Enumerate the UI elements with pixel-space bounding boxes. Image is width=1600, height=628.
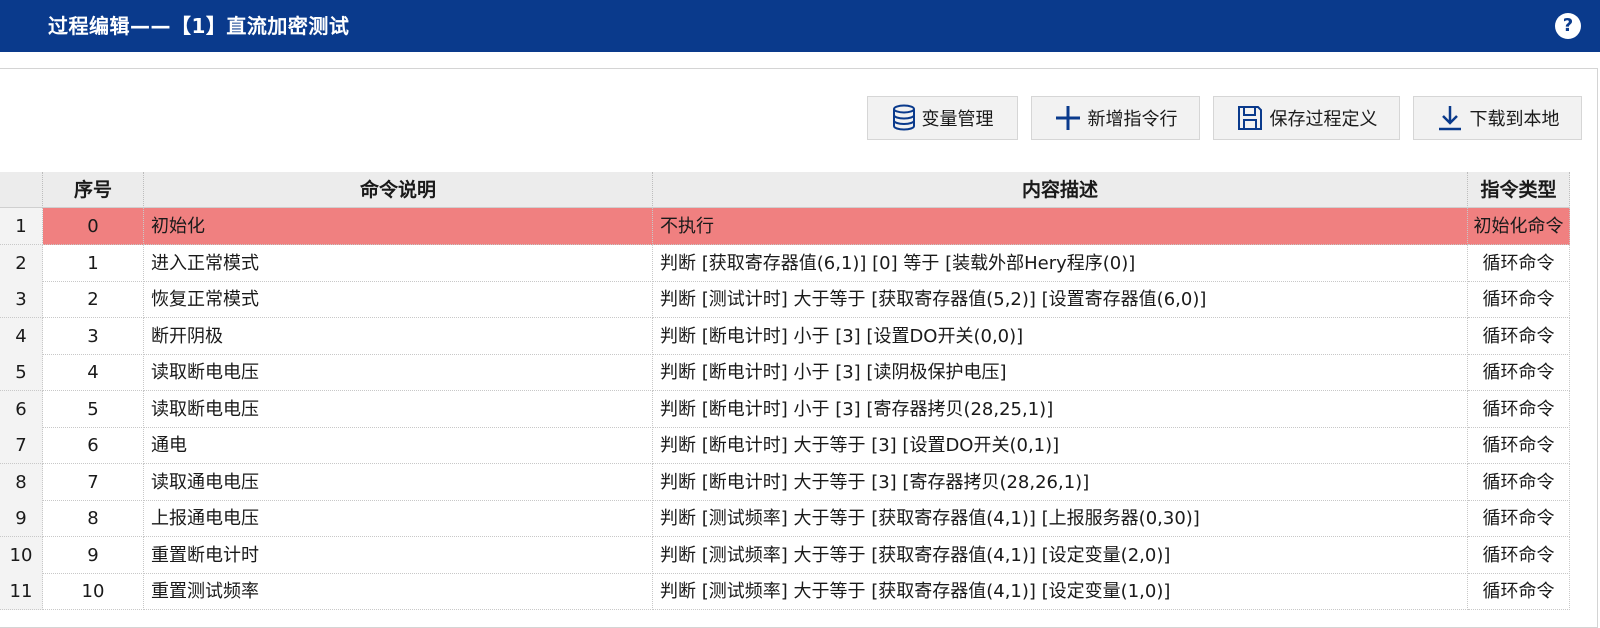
table-row[interactable]: 8 7 读取通电电压 判断 [断电计时] 大于等于 [3] [寄存器拷贝(28,26,… — [0, 463, 1570, 501]
window-title: 过程编辑——【1】直流加密测试 — [48, 14, 350, 38]
content-description-cell[interactable]: 不执行 — [653, 208, 1468, 245]
table-row[interactable]: 7 6 通电 判断 [断电计时] 大于等于 [3] [设置DO开关(0,1)] 循环命令 — [0, 427, 1570, 464]
sequence-cell[interactable]: 4 — [43, 354, 144, 391]
table-row[interactable]: 6 5 读取断电电压 判断 [断电计时] 小于 [3] [寄存器拷贝(28,25,1)… — [0, 390, 1570, 428]
row-number-cell[interactable]: 8 — [0, 463, 43, 501]
row-number-cell[interactable]: 3 — [0, 281, 43, 318]
table-row[interactable]: 5 4 读取断电电压 判断 [断电计时] 小于 [3] [读阴极保护电压] 循环命令 — [0, 354, 1570, 391]
column-header-command-description[interactable]: 命令说明 — [144, 172, 653, 208]
content-description-cell[interactable]: 判断 [测试频率] 大于等于 [获取寄存器值(4,1)] [上报服务器(0,30… — [653, 500, 1468, 537]
table-row[interactable]: 11 10 重置测试频率 判断 [测试频率] 大于等于 [获取寄存器值(4,1)] [… — [0, 573, 1570, 610]
title-bar: 过程编辑——【1】直流加密测试 ? — [0, 0, 1600, 52]
command-description-cell[interactable]: 重置测试频率 — [144, 573, 653, 610]
sequence-cell[interactable]: 3 — [43, 317, 144, 355]
content-description-cell[interactable]: 判断 [断电计时] 小于 [3] [读阴极保护电压] — [653, 354, 1468, 391]
row-number-cell[interactable]: 5 — [0, 354, 43, 391]
content-description-cell[interactable]: 判断 [测试频率] 大于等于 [获取寄存器值(4,1)] [设定变量(1,0)] — [653, 573, 1468, 610]
plus-icon — [1055, 106, 1080, 130]
variable-management-button[interactable]: 变量管理 — [867, 96, 1018, 140]
content-description-cell[interactable]: 判断 [断电计时] 小于 [3] [设置DO开关(0,0)] — [653, 317, 1468, 355]
save-process-definition-button[interactable]: 保存过程定义 — [1213, 96, 1400, 140]
column-header-row-number — [0, 172, 43, 208]
table-row[interactable]: 2 1 进入正常模式 判断 [获取寄存器值(6,1)] [0] 等于 [装载外部Her… — [0, 244, 1570, 282]
command-type-cell[interactable]: 循环命令 — [1468, 354, 1570, 391]
command-type-cell[interactable]: 循环命令 — [1468, 390, 1570, 428]
table-row[interactable]: 10 9 重置断电计时 判断 [测试频率] 大于等于 [获取寄存器值(4,1)] [设… — [0, 536, 1570, 574]
sequence-cell[interactable]: 6 — [43, 427, 144, 464]
content-description-cell[interactable]: 判断 [断电计时] 大于等于 [3] [寄存器拷贝(28,26,1)] — [653, 463, 1468, 501]
command-description-cell[interactable]: 初始化 — [144, 208, 653, 245]
command-description-cell[interactable]: 读取通电电压 — [144, 463, 653, 501]
column-header-command-type[interactable]: 指令类型 — [1468, 172, 1570, 208]
add-command-row-label: 新增指令行 — [1087, 109, 1178, 130]
command-description-cell[interactable]: 上报通电电压 — [144, 500, 653, 537]
download-icon — [1438, 106, 1461, 131]
table-row[interactable]: 1 0 初始化 不执行 初始化命令 — [0, 208, 1570, 245]
table-row[interactable]: 3 2 恢复正常模式 判断 [测试计时] 大于等于 [获取寄存器值(5,2)] [设置… — [0, 281, 1570, 318]
row-number-cell[interactable]: 11 — [0, 573, 43, 610]
variable-management-label: 变量管理 — [921, 109, 994, 130]
download-local-button[interactable]: 下载到本地 — [1413, 96, 1582, 140]
sequence-cell[interactable]: 10 — [43, 573, 144, 610]
content-description-cell[interactable]: 判断 [测试频率] 大于等于 [获取寄存器值(4,1)] [设定变量(2,0)] — [653, 536, 1468, 574]
sequence-cell[interactable]: 2 — [43, 281, 144, 318]
table-row[interactable]: 9 8 上报通电电压 判断 [测试频率] 大于等于 [获取寄存器值(4,1)] [上报… — [0, 500, 1570, 537]
command-type-cell[interactable]: 循环命令 — [1468, 536, 1570, 574]
command-description-cell[interactable]: 通电 — [144, 427, 653, 464]
content-description-cell[interactable]: 判断 [测试计时] 大于等于 [获取寄存器值(5,2)] [设置寄存器值(6,0… — [653, 281, 1468, 318]
command-description-cell[interactable]: 读取断电电压 — [144, 390, 653, 428]
download-local-label: 下载到本地 — [1469, 109, 1560, 130]
table-row[interactable]: 4 3 断开阴极 判断 [断电计时] 小于 [3] [设置DO开关(0,0)] 循环命令 — [0, 317, 1570, 355]
command-description-cell[interactable]: 进入正常模式 — [144, 244, 653, 282]
save-process-definition-label: 保存过程定义 — [1269, 109, 1378, 130]
sequence-cell[interactable]: 9 — [43, 536, 144, 574]
command-type-cell[interactable]: 循环命令 — [1468, 244, 1570, 282]
command-description-cell[interactable]: 断开阴极 — [144, 317, 653, 355]
sequence-cell[interactable]: 0 — [43, 208, 144, 245]
command-type-cell[interactable]: 循环命令 — [1468, 463, 1570, 501]
command-type-cell[interactable]: 循环命令 — [1468, 573, 1570, 610]
content-description-cell[interactable]: 判断 [获取寄存器值(6,1)] [0] 等于 [装载外部Hery程序(0)] — [653, 244, 1468, 282]
row-number-cell[interactable]: 9 — [0, 500, 43, 537]
add-command-row-button[interactable]: 新增指令行 — [1031, 96, 1200, 140]
column-header-content-description[interactable]: 内容描述 — [653, 172, 1468, 208]
database-icon — [892, 104, 915, 131]
row-number-cell[interactable]: 4 — [0, 317, 43, 355]
row-number-cell[interactable]: 7 — [0, 427, 43, 464]
content-description-cell[interactable]: 判断 [断电计时] 大于等于 [3] [设置DO开关(0,1)] — [653, 427, 1468, 464]
command-type-cell[interactable]: 循环命令 — [1468, 317, 1570, 355]
row-number-cell[interactable]: 1 — [0, 208, 43, 245]
command-description-cell[interactable]: 读取断电电压 — [144, 354, 653, 391]
command-type-cell[interactable]: 循环命令 — [1468, 427, 1570, 464]
command-description-cell[interactable]: 重置断电计时 — [144, 536, 653, 574]
row-number-cell[interactable]: 6 — [0, 390, 43, 428]
sequence-cell[interactable]: 1 — [43, 244, 144, 282]
help-button[interactable]: ? — [1555, 13, 1581, 39]
sequence-cell[interactable]: 7 — [43, 463, 144, 501]
command-description-cell[interactable]: 恢复正常模式 — [144, 281, 653, 318]
command-type-cell[interactable]: 初始化命令 — [1468, 208, 1570, 245]
row-number-cell[interactable]: 10 — [0, 536, 43, 574]
row-number-cell[interactable]: 2 — [0, 244, 43, 282]
sequence-cell[interactable]: 8 — [43, 500, 144, 537]
content-description-cell[interactable]: 判断 [断电计时] 小于 [3] [寄存器拷贝(28,25,1)] — [653, 390, 1468, 428]
command-type-cell[interactable]: 循环命令 — [1468, 281, 1570, 318]
sequence-cell[interactable]: 5 — [43, 390, 144, 428]
floppy-disk-icon — [1237, 106, 1262, 130]
column-header-sequence[interactable]: 序号 — [43, 172, 144, 208]
command-type-cell[interactable]: 循环命令 — [1468, 500, 1570, 537]
